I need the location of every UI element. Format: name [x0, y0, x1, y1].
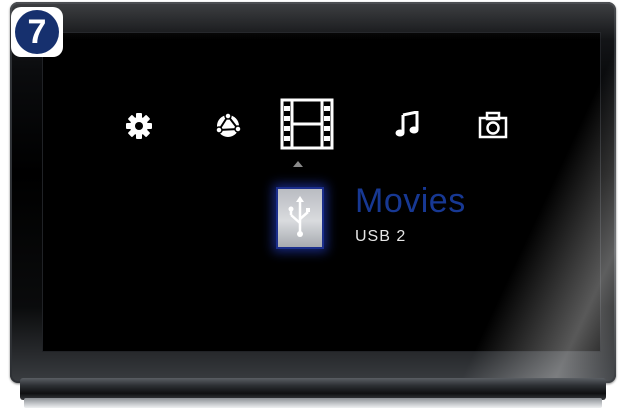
source-label: USB 2	[355, 228, 407, 245]
tv-stand-bar	[20, 378, 606, 400]
selection-indicator-arrow	[293, 161, 303, 167]
music-note-icon[interactable]	[395, 111, 421, 139]
step-badge: 7	[11, 7, 63, 57]
gear-icon[interactable]	[124, 111, 154, 141]
usb-device-tile[interactable]	[276, 187, 324, 249]
camera-icon[interactable]	[478, 111, 508, 139]
tv-stand-base	[24, 398, 602, 408]
usb-icon	[288, 196, 310, 237]
film-icon[interactable]	[279, 97, 335, 151]
step-number: 7	[15, 10, 59, 54]
network-globe-icon[interactable]	[212, 110, 244, 142]
category-title: Movies	[355, 182, 466, 220]
